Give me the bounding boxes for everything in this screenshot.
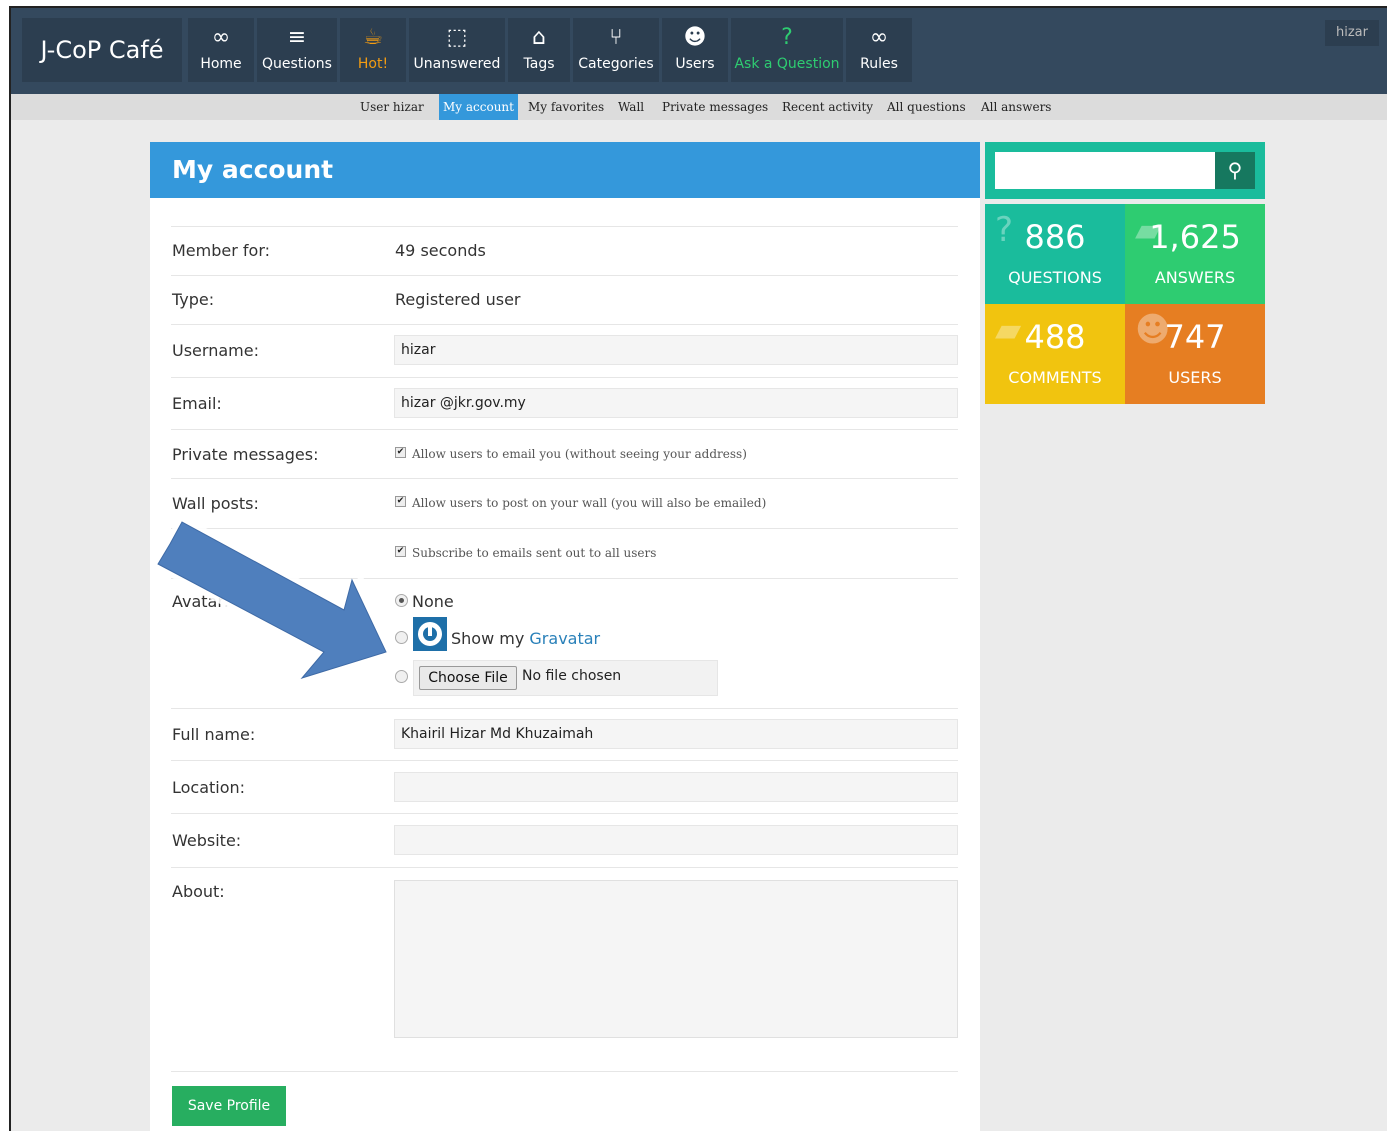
divider	[171, 708, 958, 709]
stat-answers-label: ANSWERS	[1154, 268, 1236, 287]
stat-questions-label: QUESTIONS	[1008, 268, 1102, 287]
subnav-user-profile[interactable]: User hizar	[360, 94, 424, 120]
about-textarea[interactable]	[394, 880, 958, 1038]
about-label: About:	[172, 882, 225, 901]
nav-ask-question[interactable]: ? Ask a Question	[731, 18, 843, 82]
username-label: Username:	[172, 341, 259, 360]
nav-home[interactable]: ∞ Home	[188, 18, 254, 82]
stat-comments[interactable]: ▰ 488 COMMENTS	[985, 304, 1125, 404]
website-field[interactable]	[394, 825, 958, 855]
website-label: Website:	[172, 831, 242, 850]
nav-rules-label: Rules	[860, 56, 898, 72]
stat-users-number: 747	[1164, 318, 1226, 356]
mass-mail-option: Subscribe to emails sent out to all user…	[412, 546, 657, 560]
avatar-gravatar-prefix: Show my	[451, 629, 525, 648]
member-for-label: Member for:	[172, 241, 271, 260]
avatar-file-input[interactable]: Choose File No file chosen	[413, 660, 718, 696]
nav-ask-question-label: Ask a Question	[734, 56, 840, 72]
gravatar-link[interactable]: Gravatar	[529, 629, 600, 648]
fullname-field[interactable]: Khairil Hizar Md Khuzaimah	[394, 719, 958, 749]
divider	[171, 760, 958, 761]
nav-hot-label: Hot!	[357, 56, 389, 72]
stat-questions[interactable]: ? 886 QUESTIONS	[985, 204, 1125, 304]
file-status: No file chosen	[522, 668, 622, 684]
infinity-icon: ∞	[869, 25, 889, 50]
divider	[171, 226, 958, 227]
sidebar-search: ⚲	[985, 142, 1265, 199]
stat-comments-label: COMMENTS	[1008, 368, 1102, 387]
divider	[171, 275, 958, 276]
tag-icon: ⌂	[532, 25, 546, 50]
nav-rules[interactable]: ∞ Rules	[846, 18, 912, 82]
nav-unanswered-label: Unanswered	[413, 56, 501, 72]
site-logo[interactable]: J-CoP Café	[22, 18, 182, 82]
nav-questions-label: Questions	[262, 56, 332, 72]
divider	[171, 429, 958, 430]
private-messages-checkbox[interactable]: ✔	[395, 447, 406, 458]
nav-unanswered[interactable]: ⬚ Unanswered	[409, 18, 505, 82]
subnav-my-account[interactable]: My account	[439, 94, 518, 120]
subnav-all-answers[interactable]: All answers	[981, 94, 1051, 120]
sub-navigation: User hizar My account My favorites Wall …	[11, 94, 1387, 120]
subnav-private-messages[interactable]: Private messages	[662, 94, 768, 120]
fullname-label: Full name:	[172, 725, 256, 744]
location-label: Location:	[172, 778, 246, 797]
username-field[interactable]: hizar	[394, 335, 958, 365]
list-icon: ≡	[287, 25, 307, 50]
stat-questions-number: 886	[1024, 218, 1086, 256]
wall-posts-option: Allow users to post on your wall (you wi…	[412, 496, 767, 510]
divider	[171, 324, 958, 325]
branch-icon: ⑂	[609, 25, 623, 50]
stat-answers-number: 1,625	[1149, 218, 1241, 256]
private-messages-option: Allow users to email you (without seeing…	[412, 447, 747, 461]
subnav-my-favorites[interactable]: My favorites	[528, 94, 604, 120]
divider	[171, 478, 958, 479]
email-label: Email:	[172, 394, 222, 413]
subnav-all-questions[interactable]: All questions	[887, 94, 966, 120]
divider	[171, 1071, 958, 1072]
nav-categories-label: Categories	[578, 56, 654, 72]
nav-tags[interactable]: ⌂ Tags	[508, 18, 570, 82]
top-navigation: J-CoP Café ∞ Home ≡ Questions ☕ Hot! ⬚ U…	[11, 8, 1387, 94]
page-title: My account	[150, 142, 980, 198]
stat-users[interactable]: ☻ 747 USERS	[1125, 304, 1265, 404]
infinity-icon: ∞	[211, 25, 231, 50]
user-menu[interactable]: hizar	[1325, 20, 1379, 46]
location-field[interactable]	[394, 772, 958, 802]
annotation-arrow-icon	[150, 514, 398, 686]
gravatar-power-icon	[413, 617, 447, 651]
save-profile-button[interactable]: Save Profile	[172, 1086, 286, 1126]
type-label: Type:	[172, 290, 215, 309]
wall-posts-checkbox[interactable]: ✔	[395, 496, 406, 507]
nav-users-label: Users	[675, 56, 715, 72]
subnav-recent-activity[interactable]: Recent activity	[782, 94, 873, 120]
avatar-gravatar-label: Show my Gravatar	[451, 629, 600, 648]
divider	[171, 377, 958, 378]
search-input[interactable]	[995, 152, 1215, 189]
nav-questions[interactable]: ≡ Questions	[257, 18, 337, 82]
stat-users-label: USERS	[1168, 368, 1222, 387]
divider	[171, 813, 958, 814]
email-field[interactable]: hizar @jkr.gov.my	[394, 388, 958, 418]
stat-answers[interactable]: ▰ 1,625 ANSWERS	[1125, 204, 1265, 304]
nav-categories[interactable]: ⑂ Categories	[573, 18, 659, 82]
nav-home-label: Home	[200, 56, 242, 72]
avatar-none-label: None	[412, 592, 454, 611]
search-button[interactable]: ⚲	[1215, 152, 1255, 189]
subnav-wall[interactable]: Wall	[618, 94, 644, 120]
users-icon: ☻	[683, 25, 707, 50]
nav-hot[interactable]: ☕ Hot!	[340, 18, 406, 82]
bookmark-icon: ⬚	[446, 25, 468, 50]
nav-tags-label: Tags	[523, 56, 555, 72]
coffee-icon: ☕	[363, 25, 383, 50]
choose-file-button[interactable]: Choose File	[419, 666, 517, 690]
type-value: Registered user	[395, 290, 521, 309]
member-for-value: 49 seconds	[395, 241, 486, 260]
stat-comments-number: 488	[1024, 318, 1086, 356]
question-icon: ?	[781, 25, 793, 50]
private-messages-label: Private messages:	[172, 445, 319, 464]
search-icon: ⚲	[1227, 158, 1243, 182]
divider	[171, 867, 958, 868]
nav-users[interactable]: ☻ Users	[662, 18, 728, 82]
